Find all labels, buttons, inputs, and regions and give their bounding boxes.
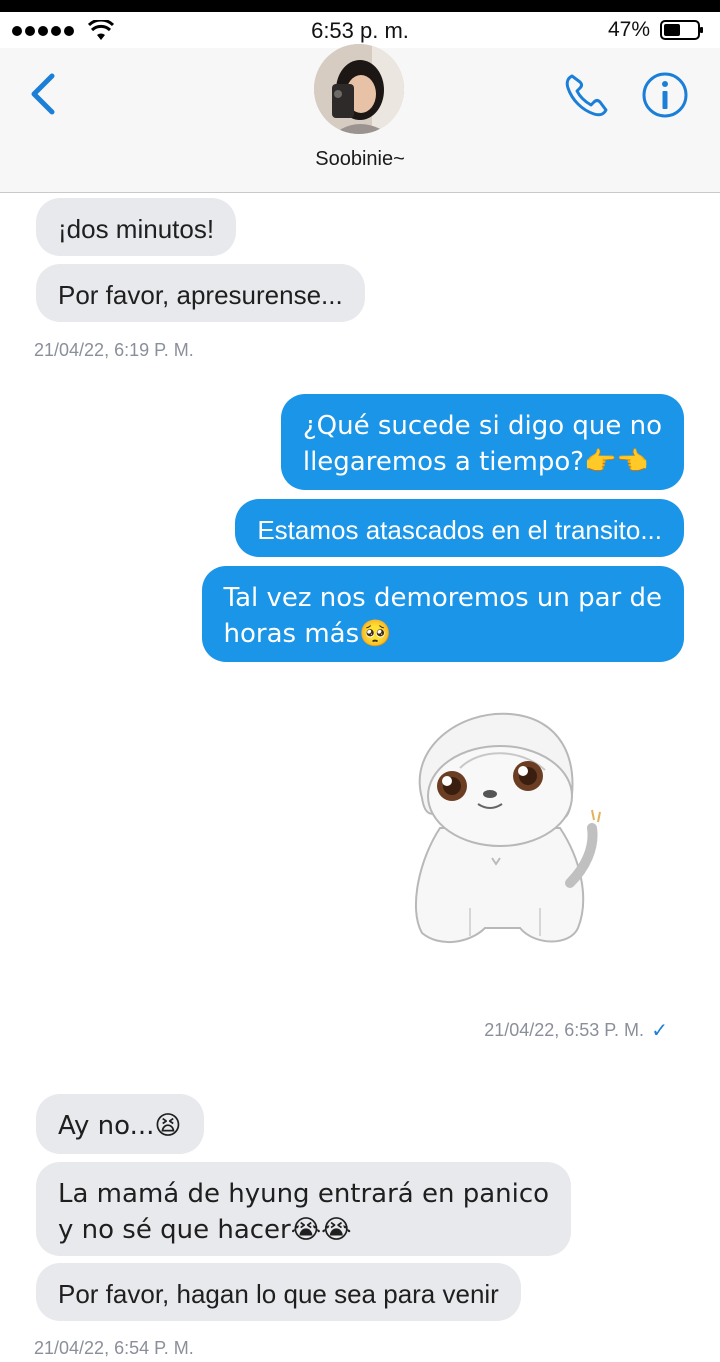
info-icon[interactable] bbox=[640, 70, 690, 120]
battery-percentage: 47% bbox=[607, 18, 650, 41]
contact-name[interactable]: Soobinie~ bbox=[0, 148, 720, 171]
device-top-bezel bbox=[0, 0, 720, 12]
message-timestamp: 21/04/22, 6:53 P. M. bbox=[484, 1020, 644, 1040]
message-timestamp: 21/04/22, 6:19 P. M. bbox=[34, 340, 194, 360]
message-text: La mamá de hyung entrará en panico y no … bbox=[58, 1179, 550, 1245]
message-text: Ay no...😫 bbox=[58, 1111, 182, 1141]
message-text: ¿Qué sucede si digo que no llegaremos a … bbox=[302, 411, 662, 477]
outgoing-message[interactable]: Estamos atascados en el transito... bbox=[235, 499, 684, 557]
incoming-message[interactable]: ¡dos minutos! bbox=[36, 198, 237, 256]
back-chevron-icon[interactable] bbox=[26, 70, 62, 118]
message-timestamp: 21/04/22, 6:54 P. M. bbox=[34, 1338, 194, 1358]
incoming-message[interactable]: Ay no...😫 bbox=[36, 1094, 204, 1154]
incoming-message[interactable]: La mamá de hyung entrará en panico y no … bbox=[36, 1162, 572, 1256]
conversation-header: Soobinie~ bbox=[0, 44, 720, 193]
delivered-check-icon: ✓ bbox=[651, 1020, 668, 1042]
outgoing-message[interactable]: ¿Qué sucede si digo que no llegaremos a … bbox=[280, 394, 684, 490]
phone-icon[interactable] bbox=[562, 70, 612, 120]
incoming-message[interactable]: Por favor, apresurense... bbox=[36, 264, 365, 322]
outgoing-message[interactable]: Tal vez nos demoremos un par de horas má… bbox=[201, 566, 684, 662]
status-bar: 6:53 p. m. 47% bbox=[0, 12, 720, 48]
message-thread[interactable]: ¡dos minutos! Por favor, apresurense... … bbox=[0, 193, 720, 1362]
battery-icon bbox=[660, 20, 703, 40]
message-text: Tal vez nos demoremos un par de horas má… bbox=[223, 583, 663, 649]
incoming-message[interactable]: Por favor, hagan lo que sea para venir bbox=[36, 1263, 521, 1321]
sticker-white-puppy[interactable] bbox=[400, 708, 610, 953]
avatar[interactable] bbox=[314, 44, 404, 134]
